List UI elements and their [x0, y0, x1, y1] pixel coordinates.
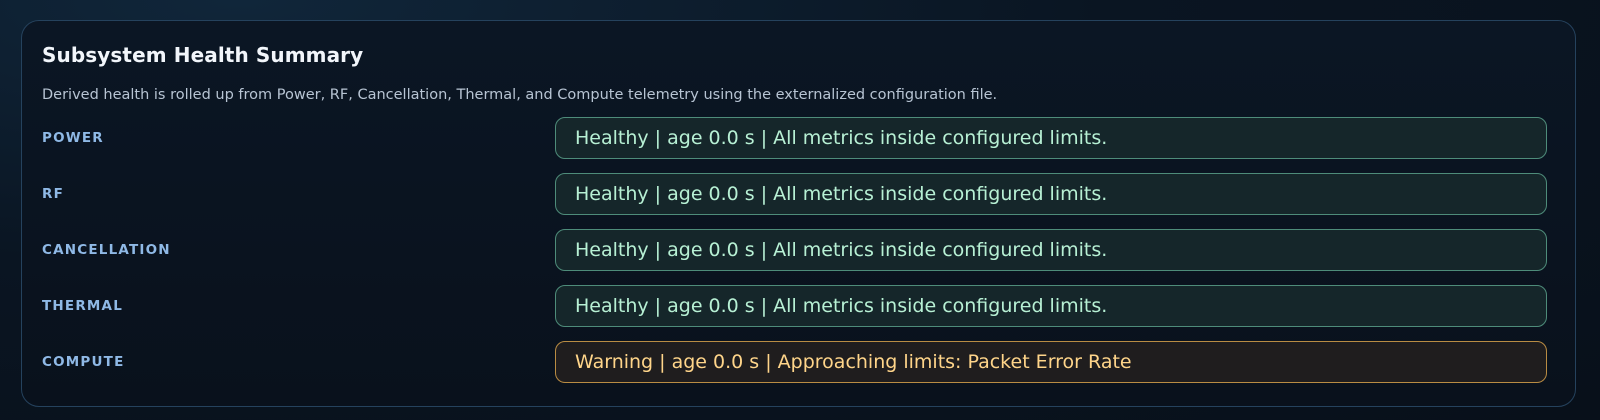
status-badge: Healthy | age 0.0 s | All metrics inside…	[555, 173, 1547, 215]
subsystem-row-rf: RF Healthy | age 0.0 s | All metrics ins…	[22, 173, 1575, 215]
subsystem-row-power: POWER Healthy | age 0.0 s | All metrics …	[22, 117, 1575, 159]
status-badge: Warning | age 0.0 s | Approaching limits…	[555, 341, 1547, 383]
status-badge: Healthy | age 0.0 s | All metrics inside…	[555, 229, 1547, 271]
panel-description: Derived health is rolled up from Power, …	[42, 87, 998, 103]
subsystem-row-thermal: THERMAL Healthy | age 0.0 s | All metric…	[22, 285, 1575, 327]
subsystem-label: CANCELLATION	[42, 242, 171, 258]
status-badge: Healthy | age 0.0 s | All metrics inside…	[555, 285, 1547, 327]
subsystem-row-compute: COMPUTE Warning | age 0.0 s | Approachin…	[22, 341, 1575, 383]
panel-title: Subsystem Health Summary	[42, 43, 364, 67]
subsystem-health-panel: Subsystem Health Summary Derived health …	[21, 20, 1576, 407]
status-badge: Healthy | age 0.0 s | All metrics inside…	[555, 117, 1547, 159]
subsystem-label: THERMAL	[42, 298, 124, 314]
subsystem-row-cancellation: CANCELLATION Healthy | age 0.0 s | All m…	[22, 229, 1575, 271]
subsystem-label: COMPUTE	[42, 354, 125, 370]
subsystem-label: RF	[42, 186, 65, 202]
subsystem-label: POWER	[42, 130, 104, 146]
